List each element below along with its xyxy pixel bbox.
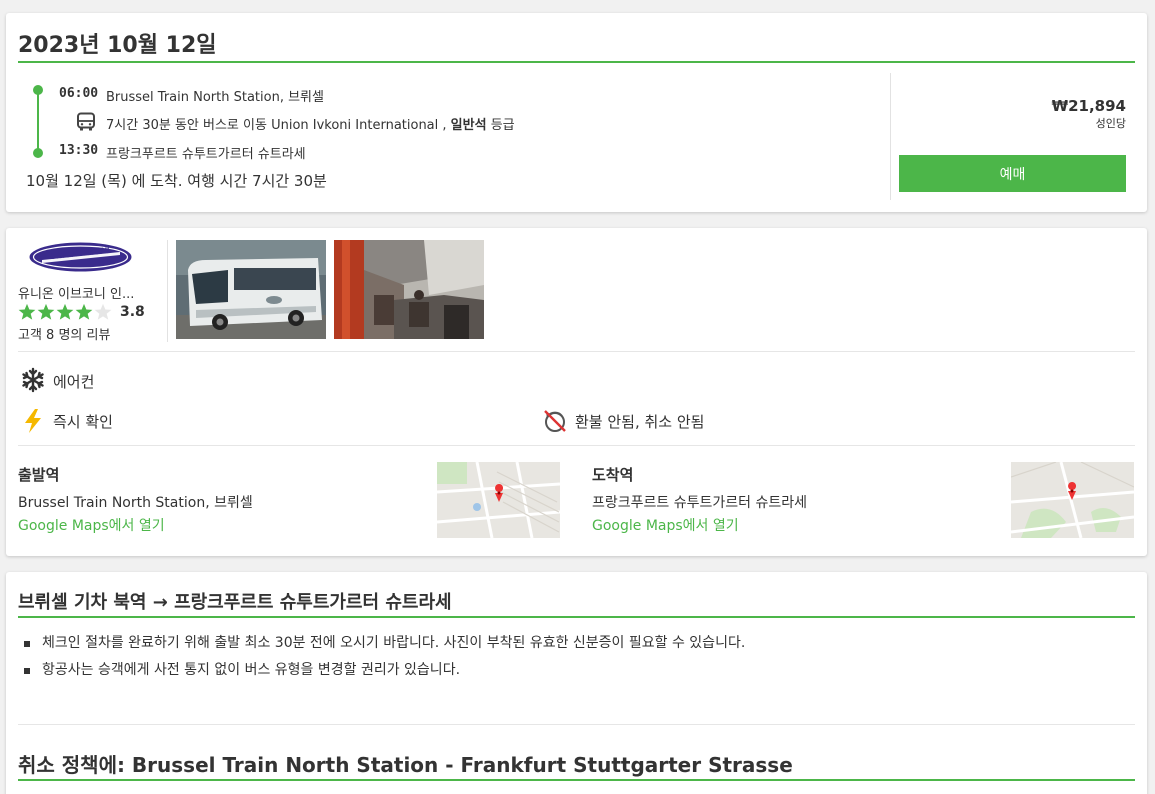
cancellation-title-divider [18, 779, 1135, 781]
star-filled-icon [56, 303, 74, 320]
bus-icon [77, 112, 95, 131]
route-title-divider [18, 616, 1135, 618]
star-filled-icon [75, 303, 93, 320]
notes-list: 체크인 절차를 완료하기 위해 출발 최소 30분 전에 오시기 바랍니다. 사… [24, 632, 862, 686]
operator-name[interactable]: 유니온 이브코니 인... [18, 283, 134, 302]
arrival-time: 13:30 [59, 143, 99, 158]
arrival-station: 프랑크푸르트 슈투트가르터 슈트라세 [106, 147, 306, 162]
lightning-icon [25, 409, 41, 433]
operator-card: UNION IVKONI 유니온 이브코니 인... 3.8 고객 8 명의 리… [6, 228, 1147, 556]
arrival-station-title: 도착역 [592, 466, 634, 484]
snowflake-icon [22, 367, 44, 393]
cancellation-policy-title: 취소 정책에: Brussel Train North Station - Fr… [18, 753, 793, 777]
departure-station-title: 출발역 [18, 466, 60, 484]
section-divider [18, 445, 1135, 446]
rating-stars: 3.8 [18, 303, 145, 321]
departure-maps-link[interactable]: Google Maps에서 열기 [18, 515, 165, 535]
departure-station: Brussel Train North Station, 브뤼셀 [106, 90, 324, 105]
route-title: 브뤼셀 기차 북역 → 프랑크푸르트 슈투트가르터 슈트라세 [18, 592, 452, 613]
note-item: 체크인 절차를 완료하기 위해 출발 최소 30분 전에 오시기 바랍니다. 사… [24, 632, 862, 655]
star-filled-icon [18, 303, 36, 320]
title-divider [18, 61, 1135, 63]
star-filled-icon [37, 303, 55, 320]
arrival-dot [33, 148, 43, 158]
trip-date-title: 2023년 10월 12일 [18, 33, 217, 58]
note-item: 항공사는 승객에게 사전 통지 없이 버스 유형을 변경할 권리가 있습니다. [24, 659, 862, 682]
travel-class-suffix: 등급 [490, 118, 515, 133]
travel-info: 7시간 30분 동안 버스로 이동 Union Ivkoni Internati… [106, 114, 515, 133]
section-divider [18, 351, 1135, 352]
book-button[interactable]: 예매 [899, 155, 1126, 192]
arrival-summary: 10월 12일 (목) 에 도착. 여행 시간 7시간 30분 [26, 172, 327, 190]
bus-interior-photo[interactable] [334, 240, 484, 339]
departure-station-name: Brussel Train North Station, 브뤼셀 [18, 495, 253, 511]
star-empty-icon [94, 303, 112, 320]
arrival-maps-link[interactable]: Google Maps에서 열기 [592, 515, 739, 535]
section-divider [18, 724, 1135, 725]
no-refund-icon [544, 410, 566, 432]
departure-time: 06:00 [59, 86, 99, 101]
arrival-station-name: 프랑크푸르트 슈투트가르터 슈트라세 [592, 495, 807, 511]
price-per-person: 성인당 [1095, 117, 1126, 130]
operator-logo[interactable]: UNION IVKONI [28, 241, 133, 273]
trip-card: 2023년 10월 12일 06:00 Brussel Train North … [6, 13, 1147, 212]
timeline-line [37, 90, 39, 152]
amenity-instant: 즉시 확인 [53, 413, 113, 431]
amenity-ac: 에어컨 [53, 373, 95, 391]
price-divider [890, 73, 891, 200]
rating-value: 3.8 [120, 304, 145, 320]
departure-map-thumbnail[interactable] [437, 462, 560, 538]
operator-divider [167, 240, 168, 342]
travel-duration-text: 7시간 30분 동안 버스로 이동 Union Ivkoni Internati… [106, 118, 447, 133]
departure-dot [33, 85, 43, 95]
arrival-map-thumbnail[interactable] [1011, 462, 1134, 538]
bus-exterior-photo[interactable] [176, 240, 326, 339]
travel-class: 일반석 [450, 118, 487, 133]
amenity-refund: 환불 안됨, 취소 안됨 [575, 413, 705, 431]
price: ₩21,894 [1051, 97, 1126, 115]
review-count[interactable]: 고객 8 명의 리뷰 [18, 324, 110, 343]
route-info-card: 브뤼셀 기차 북역 → 프랑크푸르트 슈투트가르터 슈트라세 체크인 절차를 완… [6, 572, 1147, 794]
